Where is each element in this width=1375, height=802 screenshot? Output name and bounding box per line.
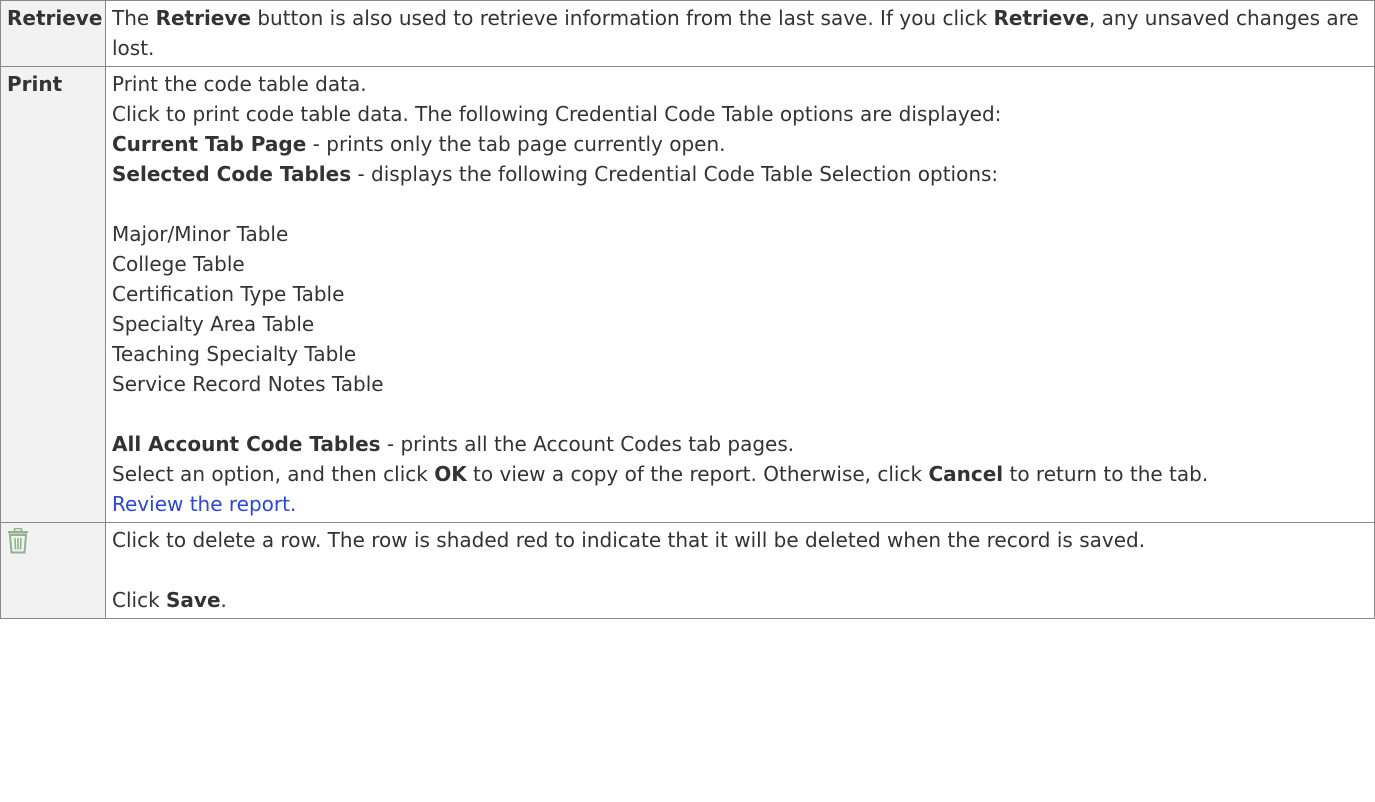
- button-description-table: Retrieve The Retrieve button is also use…: [0, 0, 1375, 619]
- select-bold-cancel: Cancel: [928, 462, 1004, 486]
- delete-line-1: Click to delete a row. The row is shaded…: [112, 528, 1146, 552]
- select-text-1: Select an option, and then click: [112, 462, 435, 486]
- delete-description-cell: Click to delete a row. The row is shaded…: [105, 522, 1375, 619]
- retrieve-text-1: The: [112, 6, 156, 30]
- list-item-table: Service Record Notes Table: [112, 372, 384, 396]
- print-option-selected: Selected Code Tables - displays the foll…: [112, 159, 1370, 189]
- option-all-label: All Account Code Tables: [112, 432, 381, 456]
- option-selected-text: - displays the following Credential Code…: [351, 162, 999, 186]
- save-bold: Save: [166, 588, 221, 612]
- print-description-cell: Print the code table data. Click to prin…: [105, 66, 1375, 523]
- option-current-label: Current Tab Page: [112, 132, 307, 156]
- delete-key-cell: [0, 522, 106, 619]
- print-line-1: Print the code table data.: [112, 72, 367, 96]
- list-item-table: Teaching Specialty Table: [112, 342, 357, 366]
- review-report-link[interactable]: Review the report.: [112, 489, 1370, 519]
- print-option-all: All Account Code Tables - prints all the…: [112, 429, 1370, 459]
- print-line-2: Click to print code table data. The foll…: [112, 102, 1002, 126]
- retrieve-description-cell: The Retrieve button is also used to retr…: [105, 0, 1375, 67]
- option-all-text: - prints all the Account Codes tab pages…: [380, 432, 795, 456]
- select-text-2: to view a copy of the report. Otherwise,…: [466, 462, 929, 486]
- retrieve-bold-2: Retrieve: [993, 6, 1089, 30]
- save-text-1: Click: [112, 588, 167, 612]
- option-selected-label: Selected Code Tables: [112, 162, 352, 186]
- retrieve-text-2: button is also used to retrieve informat…: [250, 6, 994, 30]
- print-option-current: Current Tab Page - prints only the tab p…: [112, 129, 1370, 159]
- print-key-cell: Print: [0, 66, 106, 523]
- retrieve-bold-1: Retrieve: [155, 6, 251, 30]
- select-bold-ok: OK: [434, 462, 467, 486]
- trash-icon-svg: [8, 527, 28, 554]
- retrieve-key-cell: Retrieve: [0, 0, 106, 67]
- select-text-3: to return to the tab.: [1003, 462, 1209, 486]
- list-item-table: Certification Type Table: [112, 282, 345, 306]
- table-row-print: Print Print the code table data. Click t…: [0, 66, 1375, 523]
- trash-icon: [7, 527, 29, 554]
- print-select-instruction: Select an option, and then click OK to v…: [112, 459, 1370, 489]
- list-item-table: College Table: [112, 252, 245, 276]
- delete-save-instruction: Click Save.: [112, 585, 1370, 615]
- list-item-table: Specialty Area Table: [112, 312, 315, 336]
- table-row-delete: Click to delete a row. The row is shaded…: [0, 522, 1375, 619]
- option-current-text: - prints only the tab page currently ope…: [306, 132, 726, 156]
- save-text-2: .: [220, 588, 227, 612]
- list-item-table: Major/Minor Table: [112, 222, 289, 246]
- table-row-retrieve: Retrieve The Retrieve button is also use…: [0, 0, 1375, 67]
